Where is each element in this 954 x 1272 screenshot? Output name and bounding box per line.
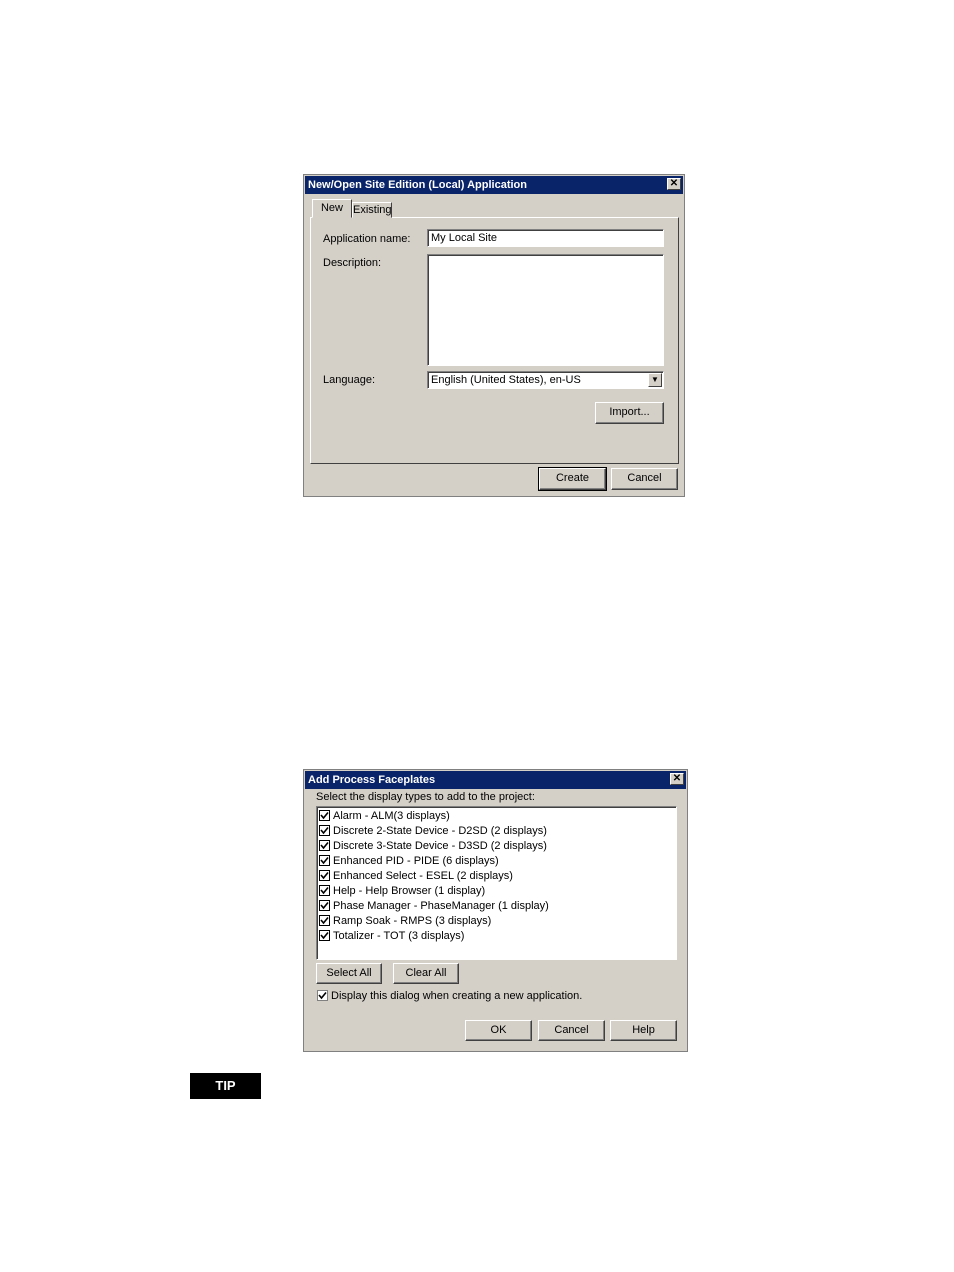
create-button[interactable]: Create (538, 467, 607, 491)
select-all-button-label: Select All (326, 967, 372, 979)
cancel-button[interactable]: Cancel (538, 1020, 605, 1041)
ok-button-label: OK (490, 1024, 507, 1036)
checkbox-checked-icon[interactable] (319, 825, 330, 836)
checkbox-checked-icon[interactable] (319, 810, 330, 821)
list-item-label: Help - Help Browser (1 display) (333, 885, 486, 897)
show-dialog-label: Display this dialog when creating a new … (331, 990, 583, 1002)
help-button-label: Help (632, 1024, 655, 1036)
description-label: Description: (323, 257, 382, 269)
language-label: Language: (323, 374, 375, 386)
checkbox-checked-icon[interactable] (319, 885, 330, 896)
application-name-input[interactable]: My Local Site (427, 229, 664, 247)
list-item-label: Enhanced PID - PIDE (6 displays) (333, 855, 499, 867)
tab-existing[interactable]: Existing (352, 202, 392, 218)
list-item[interactable]: Ramp Soak - RMPS (3 displays) (319, 914, 491, 929)
clear-all-button-label: Clear All (405, 967, 447, 979)
import-button-label: Import... (609, 406, 650, 418)
display-types-list[interactable]: Alarm - ALM(3 displays) Discrete 2-State… (316, 806, 677, 960)
language-select-value: English (United States), en-US (431, 374, 581, 386)
list-item-label: Discrete 2-State Device - D2SD (2 displa… (333, 825, 547, 837)
close-icon[interactable]: ✕ (670, 773, 684, 785)
tab-new[interactable]: New (312, 199, 352, 218)
create-button-label: Create (555, 472, 590, 484)
add-process-faceplates-dialog: Add Process Faceplates ✕ Select the disp… (303, 769, 688, 1052)
list-item[interactable]: Phase Manager - PhaseManager (1 display) (319, 899, 549, 914)
tab-new-label: New (320, 202, 343, 214)
list-item-label: Discrete 3-State Device - D3SD (2 displa… (333, 840, 547, 852)
list-item[interactable]: Enhanced PID - PIDE (6 displays) (319, 854, 499, 869)
select-all-button[interactable]: Select All (316, 963, 382, 984)
list-item-label: Enhanced Select - ESEL (2 displays) (333, 870, 513, 882)
list-item[interactable]: Help - Help Browser (1 display) (319, 884, 485, 899)
list-item[interactable]: Alarm - ALM(3 displays) (319, 809, 450, 824)
checkbox-checked-icon[interactable] (319, 915, 330, 926)
checkbox-checked-icon[interactable] (319, 930, 330, 941)
chevron-down-icon[interactable]: ▼ (648, 373, 662, 387)
new-open-application-dialog: New/Open Site Edition (Local) Applicatio… (303, 174, 685, 497)
cancel-button-label: Cancel (627, 472, 662, 484)
list-item[interactable]: Discrete 3-State Device - D3SD (2 displa… (319, 839, 547, 854)
language-select[interactable]: English (United States), en-US ▼ (427, 371, 664, 389)
instruction-text: Select the display types to add to the p… (316, 791, 535, 803)
checkbox-checked-icon[interactable] (319, 840, 330, 851)
checkbox-checked-icon[interactable] (319, 870, 330, 881)
clear-all-button[interactable]: Clear All (393, 963, 459, 984)
close-icon[interactable]: ✕ (667, 178, 681, 190)
list-item-label: Phase Manager - PhaseManager (1 display) (333, 900, 549, 912)
cancel-button[interactable]: Cancel (611, 468, 678, 490)
list-item-label: Alarm - ALM(3 displays) (333, 810, 450, 822)
tab-existing-label: Existing (353, 204, 392, 216)
dialog-title-bar[interactable]: Add Process Faceplates ✕ (305, 771, 686, 789)
cancel-button-label: Cancel (554, 1024, 589, 1036)
dialog-title: Add Process Faceplates (308, 774, 436, 786)
list-item[interactable]: Enhanced Select - ESEL (2 displays) (319, 869, 513, 884)
help-button[interactable]: Help (610, 1020, 677, 1041)
ok-button[interactable]: OK (465, 1020, 532, 1041)
list-item[interactable]: Totalizer - TOT (3 displays) (319, 929, 464, 944)
list-item-label: Ramp Soak - RMPS (3 displays) (333, 915, 492, 927)
checkbox-checked-icon[interactable] (319, 855, 330, 866)
application-name-label: Application name: (323, 233, 411, 245)
description-textarea[interactable] (427, 254, 664, 366)
import-button[interactable]: Import... (595, 402, 664, 424)
dialog-title: New/Open Site Edition (Local) Applicatio… (308, 179, 527, 191)
checkbox-checked-icon[interactable] (319, 900, 330, 911)
checkbox-checked-icon[interactable] (317, 990, 328, 1001)
tip-badge: TIP (190, 1073, 261, 1099)
list-item[interactable]: Discrete 2-State Device - D2SD (2 displa… (319, 824, 547, 839)
list-item-label: Totalizer - TOT (3 displays) (333, 930, 465, 942)
dialog-title-bar[interactable]: New/Open Site Edition (Local) Applicatio… (305, 176, 683, 194)
show-dialog-option[interactable]: Display this dialog when creating a new … (317, 990, 582, 1002)
